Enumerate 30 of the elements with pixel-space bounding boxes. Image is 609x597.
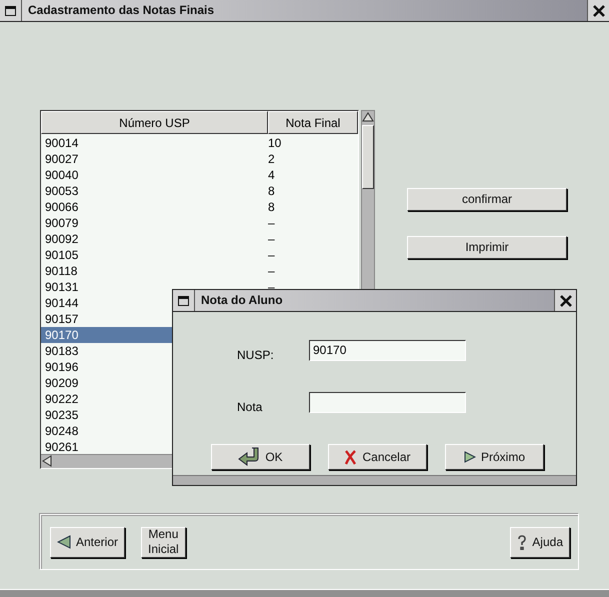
table-cell: 90053 xyxy=(45,183,78,199)
table-cell: 90261 xyxy=(45,439,78,454)
table-cell: 90157 xyxy=(45,311,78,327)
field-label: NUSP: xyxy=(237,347,275,362)
table-cell: 4 xyxy=(268,167,275,183)
table-cell: 90131 xyxy=(45,279,78,295)
table-cell: – xyxy=(268,247,275,263)
table-cell: 8 xyxy=(268,183,275,199)
table-cell: 90118 xyxy=(45,263,78,279)
table-cell: 90170 xyxy=(45,327,78,343)
table-cell: 2 xyxy=(268,151,275,167)
table-cell: 90066 xyxy=(45,199,78,215)
window-title: Cadastramento das Notas Finais xyxy=(27,2,216,19)
table-cell: 90014 xyxy=(45,135,78,151)
dialog-title: Nota do Aluno xyxy=(200,292,284,309)
table-cell: – xyxy=(268,215,275,231)
table-cell: 90092 xyxy=(45,231,78,247)
table-cell: 10 xyxy=(268,135,282,151)
table-cell: – xyxy=(268,231,275,247)
table-cell: 90105 xyxy=(45,247,78,263)
table-cell: 90079 xyxy=(45,215,78,231)
table-cell: 90196 xyxy=(45,359,78,375)
table-cell: 90027 xyxy=(45,151,78,167)
field-label: Nota xyxy=(237,399,264,414)
table-cell: 90209 xyxy=(45,375,78,391)
table-cell: 8 xyxy=(268,199,275,215)
table-cell: – xyxy=(268,279,275,295)
table-cell: 90040 xyxy=(45,167,78,183)
table-cell: – xyxy=(268,263,275,279)
table-cell: 90248 xyxy=(45,423,78,439)
